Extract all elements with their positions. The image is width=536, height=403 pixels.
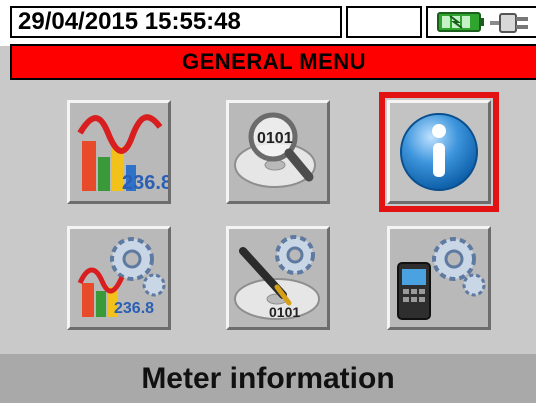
binary-label: 0101 [257, 130, 293, 147]
menu-item-analyzer-settings[interactable]: 236.8 [67, 226, 171, 330]
meter-screen: 29/04/2015 15:55:48 GENERAL MENU 236.8 0… [0, 0, 536, 403]
info-icon [390, 103, 488, 201]
page-title: GENERAL MENU [10, 44, 536, 80]
status-slot-empty [346, 6, 422, 38]
power-plug-icon [490, 13, 528, 33]
menu-item-real-time-values[interactable]: 236.8 [67, 100, 171, 204]
menu-item-meter-information[interactable] [379, 92, 499, 212]
waveform-bars-chart-icon: 236.8 [70, 103, 168, 201]
value-label: 236.8 [114, 300, 154, 317]
menu-item-recording-settings[interactable]: 0101 [226, 226, 330, 330]
meter-gears-icon [390, 229, 488, 327]
chart-gears-icon: 236.8 [70, 229, 168, 327]
menu-item-recording-analysis[interactable]: 0101 [226, 100, 330, 204]
binary-label: 0101 [269, 304, 300, 320]
status-bar: 29/04/2015 15:55:48 [0, 0, 536, 46]
value-label: 236.8 [122, 172, 168, 194]
selected-item-caption: Meter information [0, 354, 536, 403]
datetime-display: 29/04/2015 15:55:48 [10, 6, 342, 38]
magnifier-disc-icon: 0101 [229, 103, 327, 201]
menu-item-general-settings[interactable] [387, 226, 491, 330]
pen-disc-gears-icon: 0101 [229, 229, 327, 327]
